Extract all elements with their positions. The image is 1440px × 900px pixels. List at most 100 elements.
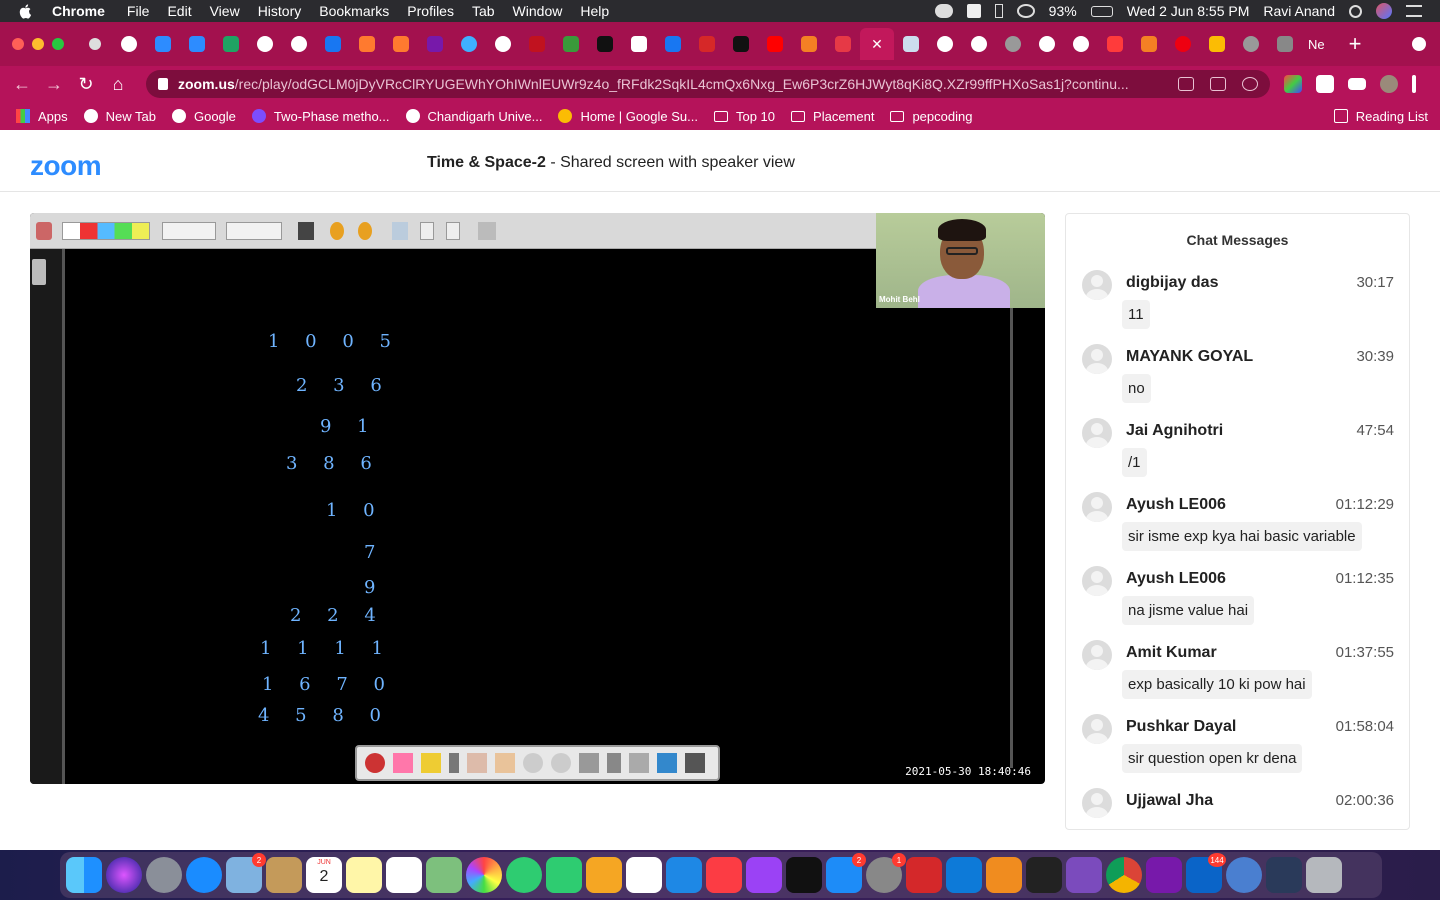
tab-active-zoom[interactable]: ✕ bbox=[860, 28, 894, 60]
menu-history[interactable]: History bbox=[258, 3, 302, 19]
github-desktop-icon[interactable] bbox=[1066, 857, 1102, 893]
close-window-button[interactable] bbox=[12, 38, 24, 50]
tab-dark-1[interactable] bbox=[588, 29, 622, 59]
profile-avatar[interactable] bbox=[1380, 75, 1398, 93]
facetime-icon[interactable] bbox=[546, 857, 582, 893]
tab-infinity-2[interactable] bbox=[656, 29, 690, 59]
tab-grey-circle-2[interactable] bbox=[1234, 29, 1268, 59]
acrobat-icon[interactable] bbox=[906, 857, 942, 893]
bookmark-chandigarh[interactable]: Chandigarh Unive... bbox=[405, 109, 542, 124]
tab-pinned-1[interactable] bbox=[78, 29, 112, 59]
tab-ne-label[interactable]: Ne bbox=[1308, 37, 1325, 52]
tab-lightning[interactable] bbox=[1098, 29, 1132, 59]
zoom-window-button[interactable] bbox=[52, 38, 64, 50]
desktop-folder-icon[interactable] bbox=[1266, 857, 1302, 893]
bookmark-star-icon[interactable] bbox=[1242, 77, 1258, 91]
input-source-icon[interactable] bbox=[966, 4, 981, 18]
siri-icon[interactable] bbox=[106, 857, 142, 893]
contacts-icon[interactable] bbox=[266, 857, 302, 893]
tab-github-4[interactable] bbox=[486, 29, 520, 59]
finder-icon[interactable] bbox=[66, 857, 102, 893]
spotlight-search-icon[interactable] bbox=[1349, 4, 1362, 18]
tab-blue-circle[interactable] bbox=[452, 29, 486, 59]
forward-button[interactable]: → bbox=[38, 70, 70, 98]
menubar-user[interactable]: Ravi Anand bbox=[1263, 3, 1335, 19]
tab-github-2[interactable] bbox=[248, 29, 282, 59]
maps-icon[interactable] bbox=[426, 857, 462, 893]
menu-profiles[interactable]: Profiles bbox=[407, 3, 454, 19]
zoom-logo[interactable]: zoom bbox=[30, 150, 102, 182]
tab-red-x[interactable] bbox=[520, 29, 554, 59]
new-tab-button[interactable]: + bbox=[1349, 31, 1362, 57]
tab-github-6[interactable] bbox=[1030, 29, 1064, 59]
bookmark-apps[interactable]: Apps bbox=[16, 109, 68, 124]
cloud-icon[interactable] bbox=[934, 4, 953, 18]
onenote-icon[interactable] bbox=[1146, 857, 1182, 893]
menu-help[interactable]: Help bbox=[580, 3, 609, 19]
chrome-icon[interactable] bbox=[1106, 857, 1142, 893]
menubar-datetime[interactable]: Wed 2 Jun 8:55 PM bbox=[1127, 3, 1250, 19]
bookmark-pepcoding[interactable]: pepcoding bbox=[890, 109, 972, 124]
tab-youtube[interactable] bbox=[758, 29, 792, 59]
notes-icon[interactable] bbox=[346, 857, 382, 893]
tab-orange-2[interactable] bbox=[384, 29, 418, 59]
tab-grey-circle[interactable] bbox=[996, 29, 1030, 59]
cast-icon[interactable] bbox=[1178, 77, 1194, 91]
tab-dark-2[interactable] bbox=[724, 29, 758, 59]
minimize-window-button[interactable] bbox=[32, 38, 44, 50]
tab-ih[interactable] bbox=[1268, 29, 1302, 59]
outlook-icon[interactable]: 144 bbox=[1186, 853, 1226, 893]
tab-github-7[interactable] bbox=[1064, 29, 1098, 59]
tab-stack-2[interactable] bbox=[1132, 29, 1166, 59]
address-bar[interactable]: zoom.us /rec/play/odGCLM0jDyVRcClRYUGEWh… bbox=[146, 70, 1270, 98]
back-button[interactable]: ← bbox=[6, 70, 38, 98]
mail-icon[interactable]: 2 bbox=[226, 853, 266, 893]
wifi-icon[interactable] bbox=[1016, 4, 1035, 18]
bookmark-google-sites[interactable]: Home | Google Su... bbox=[558, 109, 698, 124]
tab-leaf[interactable] bbox=[554, 29, 588, 59]
tab-zoom-2[interactable] bbox=[180, 29, 214, 59]
chrome-menu-icon[interactable] bbox=[1412, 75, 1416, 93]
extensions-puzzle-icon[interactable] bbox=[1316, 75, 1334, 93]
menu-file[interactable]: File bbox=[127, 3, 150, 19]
numbers-icon[interactable] bbox=[626, 857, 662, 893]
tab-google[interactable] bbox=[928, 29, 962, 59]
media-controls-icon[interactable] bbox=[1348, 78, 1366, 90]
menu-bookmarks[interactable]: Bookmarks bbox=[319, 3, 389, 19]
bookmark-top-10[interactable]: Top 10 bbox=[713, 109, 775, 124]
home-button[interactable]: ⌂ bbox=[102, 70, 134, 98]
reminders-icon[interactable] bbox=[386, 857, 422, 893]
bluetooth-icon[interactable] bbox=[994, 4, 1003, 18]
tab-github-3[interactable] bbox=[282, 29, 316, 59]
tab-red-box[interactable] bbox=[826, 29, 860, 59]
menu-tab[interactable]: Tab bbox=[472, 3, 495, 19]
tab-green-doc[interactable] bbox=[894, 29, 928, 59]
tab-red-circle[interactable] bbox=[1166, 29, 1200, 59]
control-center-icon[interactable] bbox=[1406, 5, 1422, 17]
bookmark-new-tab[interactable]: New Tab bbox=[83, 109, 156, 124]
close-tab-icon[interactable]: ✕ bbox=[871, 36, 883, 53]
system-preferences-icon[interactable]: 1 bbox=[866, 853, 906, 893]
vscode-icon[interactable] bbox=[946, 857, 982, 893]
terminal-icon[interactable] bbox=[1026, 857, 1062, 893]
qr-code-icon[interactable] bbox=[1210, 77, 1226, 91]
bookmark-two-phase[interactable]: Two-Phase metho... bbox=[251, 109, 390, 124]
tab-sheets[interactable] bbox=[214, 29, 248, 59]
video-player[interactable]: 1 0 0 5 2 3 6 9 1 3 8 6 1 0 7 9 2 2 4 1 … bbox=[30, 213, 1045, 784]
chrome-app-icon[interactable] bbox=[1226, 857, 1262, 893]
bookmark-google[interactable]: Google bbox=[171, 109, 236, 124]
sublime-icon[interactable] bbox=[986, 857, 1022, 893]
tab-drive[interactable] bbox=[1200, 29, 1234, 59]
tab-zoom-1[interactable] bbox=[146, 29, 180, 59]
tab-notion[interactable] bbox=[622, 29, 656, 59]
bookmark-placement[interactable]: Placement bbox=[791, 109, 874, 124]
music-icon[interactable] bbox=[706, 857, 742, 893]
safari-icon[interactable] bbox=[186, 857, 222, 893]
app-store-icon[interactable]: 2 bbox=[826, 853, 866, 893]
reload-button[interactable]: ↻ bbox=[70, 70, 102, 98]
extension-color-icon[interactable] bbox=[1284, 75, 1302, 93]
tab-search-icon[interactable] bbox=[1412, 37, 1426, 51]
menu-window[interactable]: Window bbox=[513, 3, 563, 19]
messages-icon[interactable] bbox=[506, 857, 542, 893]
tab-stackoverflow[interactable] bbox=[792, 29, 826, 59]
